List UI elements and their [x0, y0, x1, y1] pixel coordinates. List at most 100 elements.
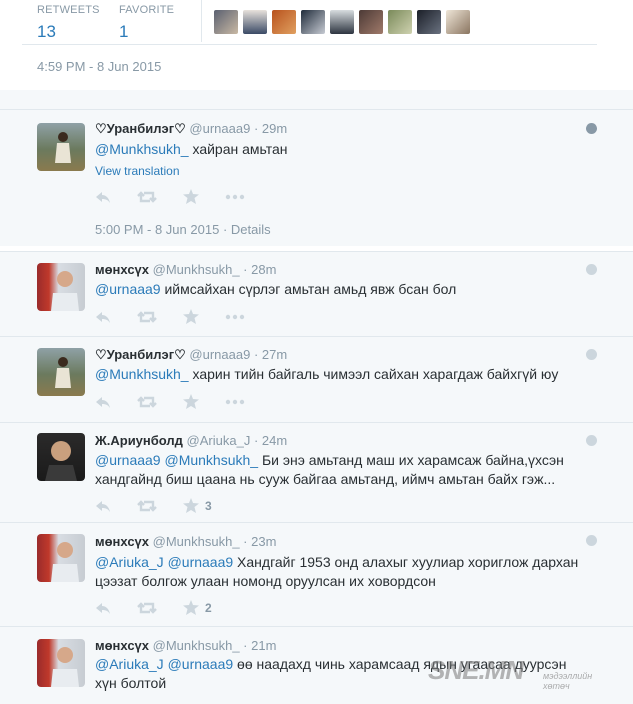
mention-link[interactable]: @urnaaa9 @Munkhsukh_: [95, 452, 258, 468]
reply-icon[interactable]: [95, 310, 111, 324]
globe-icon: [586, 349, 597, 360]
user-fullname[interactable]: мөнхсүх: [95, 534, 149, 549]
view-translation-link[interactable]: View translation: [95, 164, 180, 178]
mention-link[interactable]: @urnaaa9: [95, 281, 161, 297]
details-timestamp[interactable]: 5:00 PM - 8 Jun 2015: [95, 222, 219, 237]
mention-link[interactable]: @Ariuka_J @urnaaa9: [95, 554, 233, 570]
tweet-time[interactable]: 23m: [251, 534, 276, 549]
favorite-icon[interactable]: 2: [183, 600, 212, 615]
tweet-text: @Munkhsukh_ харин тийн байгаль чимээл са…: [95, 365, 585, 384]
favorite-icon[interactable]: [183, 394, 199, 409]
tweet-header: ♡Уранбилэг♡ @urnaaa9 · 27m: [95, 347, 287, 363]
favorites-label: FAVORITE: [119, 4, 175, 16]
avatar[interactable]: [37, 263, 85, 311]
retweet-icon[interactable]: [137, 395, 157, 409]
stats-divider-horizontal: [22, 44, 597, 45]
tweet-text-content: харин тийн байгаль чимээл сайхан харагда…: [188, 366, 559, 382]
reply-tweet[interactable]: Ж.Ариунболд @Ariuka_J · 24m @urnaaa9 @Mu…: [0, 422, 633, 523]
watermark-caption-line: мэдээллийн: [543, 671, 593, 681]
tweet-time[interactable]: 29m: [262, 121, 287, 136]
tweet-actions: 3: [95, 498, 238, 513]
tweet-time[interactable]: 28m: [251, 262, 276, 277]
favorite-count: 3: [205, 498, 212, 513]
avatar[interactable]: [417, 10, 441, 34]
user-fullname[interactable]: ♡Уранбилэг♡: [95, 347, 186, 362]
tweet-text-content: хайран амьтан: [188, 141, 288, 157]
avatar-image: [51, 271, 79, 311]
globe-icon: [586, 123, 597, 134]
tweet-time[interactable]: 21m: [251, 638, 276, 653]
avatar[interactable]: [37, 348, 85, 396]
reply-tweet[interactable]: мөнхсүх @Munkhsukh_ · 21m @Ariuka_J @urn…: [0, 626, 633, 704]
reply-tweet[interactable]: мөнхсүх @Munkhsukh_ · 23m @Ariuka_J @urn…: [0, 522, 633, 627]
mention-link[interactable]: @Ariuka_J @urnaaa9: [95, 656, 233, 672]
avatar[interactable]: [37, 433, 85, 481]
tweet-text-content: иймсайхан сүрлэг амьтан амьд явж бсан бо…: [160, 281, 457, 297]
retweet-icon[interactable]: [137, 601, 157, 615]
retweet-icon[interactable]: [137, 310, 157, 324]
tweet-time[interactable]: 27m: [262, 347, 287, 362]
user-handle[interactable]: @Ariuka_J: [187, 433, 251, 448]
avatar[interactable]: [330, 10, 354, 34]
watermark-logo: SNE.MN: [428, 655, 524, 685]
reply-tweet[interactable]: ♡Уранбилэг♡ @urnaaa9 · 27m @Munkhsukh_ х…: [0, 336, 633, 423]
reply-tweet[interactable]: мөнхсүх @Munkhsukh_ · 28m @urnaaa9 иймса…: [0, 251, 633, 337]
user-handle[interactable]: @urnaaa9: [189, 347, 250, 362]
favorite-icon[interactable]: [183, 309, 199, 324]
reply-icon[interactable]: [95, 395, 111, 409]
user-handle[interactable]: @Munkhsukh_: [153, 638, 240, 653]
avatar[interactable]: [272, 10, 296, 34]
details-link[interactable]: Details: [231, 222, 271, 237]
mention-link[interactable]: @Munkhsukh_: [95, 366, 189, 382]
avatar[interactable]: [37, 534, 85, 582]
watermark-caption-line: хөтөч: [543, 681, 570, 691]
favorite-icon[interactable]: [183, 189, 199, 204]
user-handle[interactable]: @urnaaa9: [189, 121, 250, 136]
user-fullname[interactable]: мөнхсүх: [95, 638, 149, 653]
more-icon[interactable]: [225, 314, 245, 320]
retweets-stat[interactable]: RETWEETS 13: [37, 4, 100, 42]
watermark-caption: мэдээллийн хөтөч: [543, 671, 592, 691]
avatar[interactable]: [37, 639, 85, 687]
retweets-label: RETWEETS: [37, 4, 100, 16]
reply-icon[interactable]: [95, 499, 111, 513]
user-handle[interactable]: @Munkhsukh_: [153, 534, 240, 549]
more-icon[interactable]: [225, 194, 245, 200]
retweets-count[interactable]: 13: [37, 22, 100, 42]
tweet-header: мөнхсүх @Munkhsukh_ · 21m: [95, 638, 276, 653]
reply-tweet[interactable]: ♡Уранбилэг♡ @urnaaa9 · 29m @Munkhsukh_ х…: [0, 109, 633, 246]
favorite-icon[interactable]: 3: [183, 498, 212, 513]
user-fullname[interactable]: ♡Уранбилэг♡: [95, 121, 186, 136]
tweet-header: Ж.Ариунболд @Ariuka_J · 24m: [95, 433, 287, 448]
tweet-time[interactable]: 24m: [262, 433, 287, 448]
avatar[interactable]: [214, 10, 238, 34]
stats-divider: [201, 0, 202, 42]
tweet-text: @Ariuka_J @urnaaa9 Хандгайг 1953 онд ала…: [95, 553, 585, 591]
separator: ·: [243, 534, 248, 549]
avatar[interactable]: [37, 123, 85, 171]
tweet-timestamp[interactable]: 4:59 PM - 8 Jun 2015: [37, 59, 161, 74]
avatar[interactable]: [301, 10, 325, 34]
favoriter-avatars: [214, 10, 475, 34]
user-fullname[interactable]: мөнхсүх: [95, 262, 149, 277]
favorites-stat[interactable]: FAVORITE 1: [119, 4, 174, 42]
avatar[interactable]: [446, 10, 470, 34]
favorites-count[interactable]: 1: [119, 22, 174, 42]
retweet-icon[interactable]: [137, 190, 157, 204]
mention-link[interactable]: @Munkhsukh_: [95, 141, 189, 157]
reply-icon[interactable]: [95, 601, 111, 615]
avatar[interactable]: [388, 10, 412, 34]
avatar-image: [55, 132, 71, 163]
avatar-image: [51, 542, 79, 582]
avatar-image: [51, 647, 79, 687]
reply-icon[interactable]: [95, 190, 111, 204]
avatar[interactable]: [359, 10, 383, 34]
replies-spacer: [0, 90, 633, 110]
user-handle[interactable]: @Munkhsukh_: [153, 262, 240, 277]
tweet-actions: [95, 189, 271, 204]
more-icon[interactable]: [225, 399, 245, 405]
avatar[interactable]: [243, 10, 267, 34]
retweet-icon[interactable]: [137, 499, 157, 513]
user-fullname[interactable]: Ж.Ариунболд: [95, 433, 183, 448]
favorite-count: 2: [205, 600, 212, 615]
